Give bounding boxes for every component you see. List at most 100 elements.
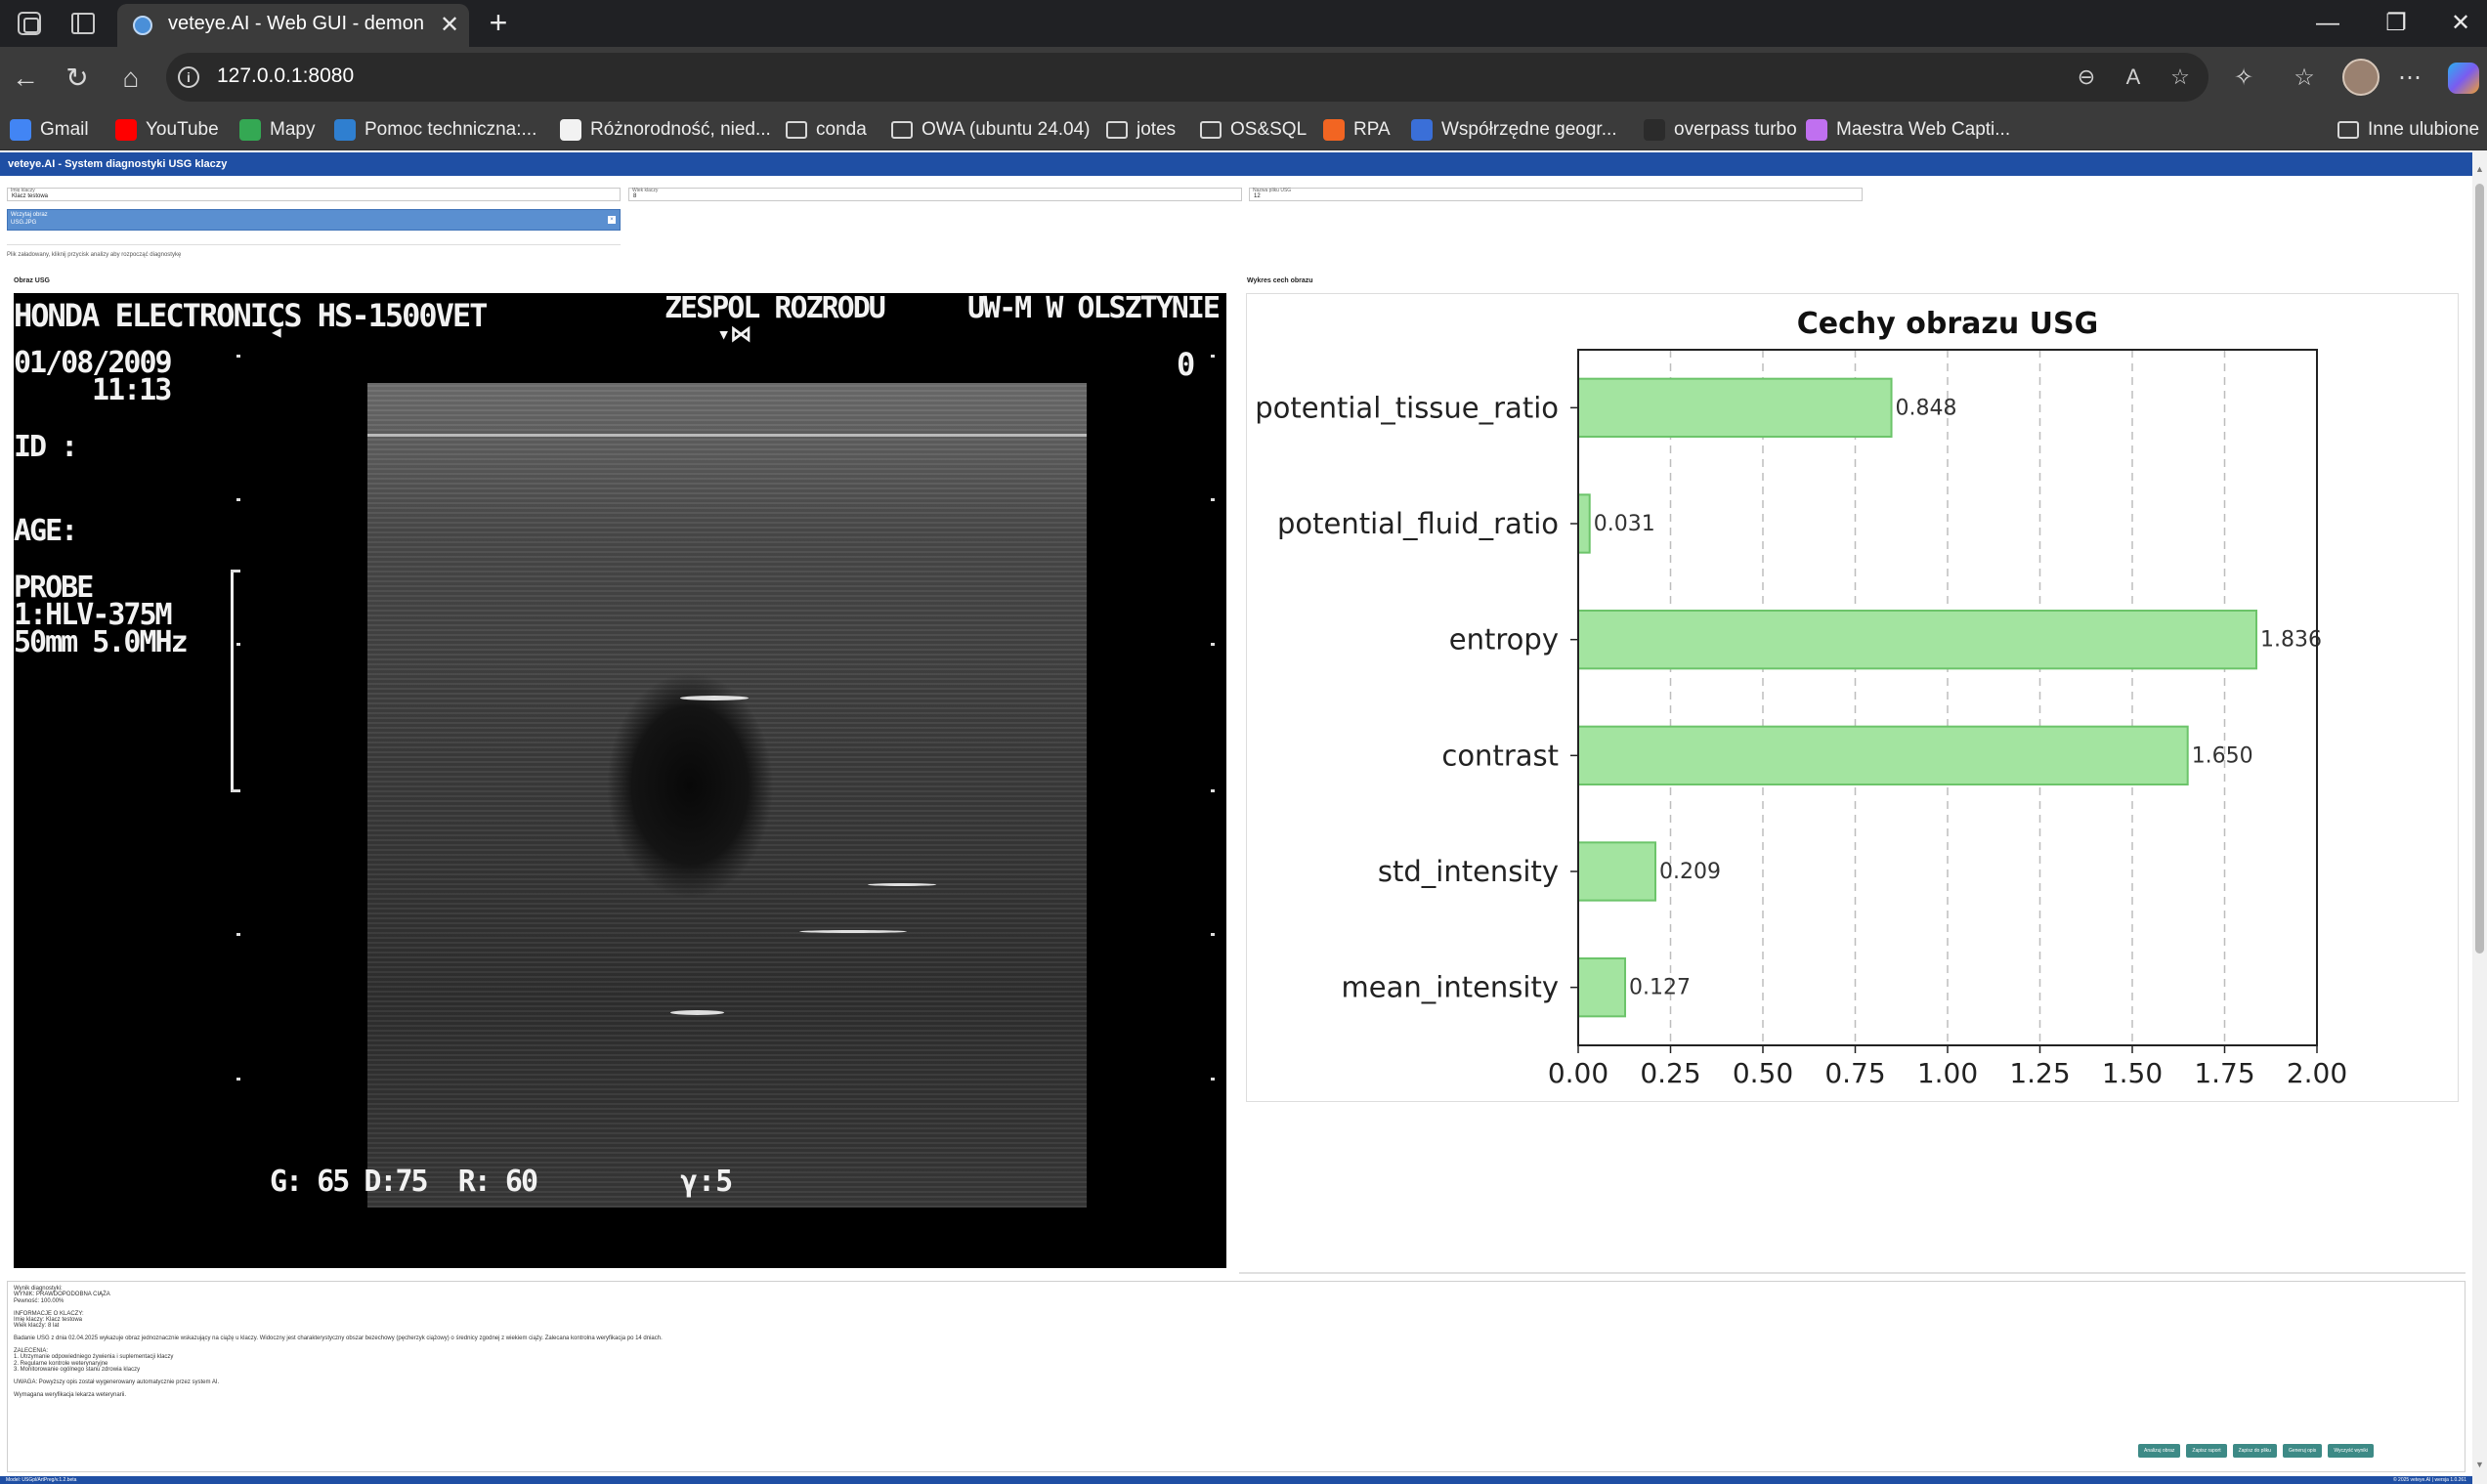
new-tab-icon[interactable]: +: [483, 6, 514, 39]
reload-icon[interactable]: ↻: [60, 61, 95, 96]
bar-value-label: 0.209: [1659, 860, 1721, 884]
bookmark-3[interactable]: Pomoc techniczna:...: [334, 115, 536, 145]
bookmark-10[interactable]: Współrzędne geogr...: [1411, 115, 1617, 145]
other-favorites[interactable]: Inne ulubione: [2337, 115, 2479, 145]
x-tick-label: 0.75: [1824, 1057, 1885, 1089]
bookmark-9[interactable]: RPA: [1323, 115, 1391, 145]
folder-icon: [2337, 121, 2359, 139]
report-line: UWAGA: Powyższy opis został wygenerowany…: [14, 1379, 220, 1385]
footer-copyright: © 2025 veteye.AI | wersja 1.0.261: [2392, 1477, 2466, 1483]
url-bar[interactable]: i 127.0.0.1:8080 ⊖ A ☆: [166, 53, 2208, 102]
file-name-field[interactable]: Nazwa pliku USG 12: [1249, 188, 1863, 201]
report-line: Pewność: 100.00%: [14, 1297, 64, 1304]
bookmark-label: YouTube: [146, 119, 219, 140]
bar-potential_tissue_ratio: [1577, 377, 1893, 438]
bookmark-label: conda: [816, 119, 867, 140]
bookmark-label: Gmail: [40, 119, 89, 140]
maps-icon: [239, 119, 261, 141]
bar-entropy: [1577, 610, 2258, 670]
field-value: 8: [633, 193, 637, 199]
bookmark-label: Pomoc techniczna:...: [364, 119, 537, 140]
divider: [1239, 1272, 2466, 1274]
action-button-3[interactable]: Generuj opis: [2282, 1444, 2323, 1458]
y-tick-label: contrast: [1441, 739, 1559, 772]
close-window-icon[interactable]: ✕: [2431, 6, 2487, 41]
home-icon[interactable]: ⌂: [113, 61, 149, 96]
uipath-icon: [1323, 119, 1345, 141]
action-button-2[interactable]: Zapisz do pliku: [2232, 1444, 2277, 1458]
restore-icon[interactable]: ❐: [2367, 6, 2425, 41]
extensions-icon[interactable]: ✧: [2226, 61, 2261, 96]
x-tick-label: 1.25: [2009, 1057, 2070, 1089]
bookmark-2[interactable]: Mapy: [239, 115, 315, 145]
address-bar-row: ← ↻ ⌂ i 127.0.0.1:8080 ⊖ A ☆ ✧ ☆ ⋯: [0, 47, 2487, 109]
bookmark-7[interactable]: jotes: [1106, 115, 1176, 145]
mare-age-field[interactable]: Wiek klaczy 8: [628, 188, 1242, 201]
bookmark-label: OS&SQL: [1230, 119, 1308, 140]
zoom-icon[interactable]: ⊖: [2072, 63, 2101, 92]
echo-highlight: [868, 883, 936, 886]
focus-marker-icon: ▾⋈: [717, 322, 752, 347]
page-scrollbar[interactable]: ▲ ▼: [2472, 150, 2487, 1484]
scroll-down-icon[interactable]: ▼: [2475, 1460, 2484, 1469]
mare-name-field[interactable]: Imię klaczy Klacz testowa: [7, 188, 621, 201]
remove-file-icon[interactable]: ×: [608, 216, 616, 224]
more-menu-icon[interactable]: ⋯: [2392, 61, 2427, 96]
scale-tick: [236, 643, 240, 646]
diagnosis-report[interactable]: Wynik diagnostyki: WYNIK: PRAWDOPODOBNA C…: [7, 1281, 2466, 1472]
bookmarks-bar: Gmail YouTube Mapy Pomoc techniczna:... Różn…: [0, 109, 2487, 150]
scale-tick: [1211, 933, 1215, 936]
bookmark-6[interactable]: OWA (ubuntu 24.04): [891, 115, 1091, 145]
close-tab-icon[interactable]: ✕: [436, 12, 463, 39]
action-buttons: Analizuj obraz Zapisz raport Zapisz do pli…: [2138, 1444, 2374, 1458]
report-line: 1. Utrzymanie odpowiedniego żywienia i s…: [14, 1354, 174, 1361]
bookmark-11[interactable]: overpass turbo: [1644, 115, 1797, 145]
feature-bar-chart: Cechy obrazu USG 0.00 0.25 0.50 0.75 1.00 1.25…: [1255, 307, 2347, 1089]
scale-tick: [236, 933, 240, 936]
bookmark-label: jotes: [1136, 119, 1177, 140]
bookmark-label: RPA: [1353, 119, 1391, 140]
bookmark-12[interactable]: Maestra Web Capti...: [1806, 115, 2010, 145]
site-info-icon[interactable]: i: [178, 66, 199, 88]
scale-tick: [1211, 643, 1215, 646]
feature-chart-panel: Cechy obrazu USG 0.00 0.25 0.50 0.75 1.00 1.25…: [1246, 293, 2459, 1102]
workspaces-icon[interactable]: [18, 12, 41, 35]
favorite-star-icon[interactable]: ☆: [2165, 63, 2195, 92]
browser-tab-active[interactable]: veteye.AI - Web GUI - demonstrat ✕: [117, 4, 469, 47]
action-button-4[interactable]: Wyczyść wyniki: [2328, 1444, 2374, 1458]
y-tick-label: std_intensity: [1378, 855, 1559, 888]
copilot-icon[interactable]: [2448, 63, 2479, 94]
bookmark-1[interactable]: YouTube: [115, 115, 219, 145]
scrollbar-thumb[interactable]: [2475, 184, 2484, 954]
usg-age-label: AGE:: [14, 514, 78, 548]
echo-line: [367, 434, 1087, 437]
folder-icon: [891, 121, 913, 139]
action-button-0[interactable]: Analizuj obraz: [2138, 1444, 2181, 1458]
usg-institution: UW-M W OLSZTYNIE: [967, 293, 1221, 325]
back-icon[interactable]: ←: [8, 61, 43, 96]
bookmark-label: Maestra Web Capti...: [1836, 119, 2011, 140]
bookmark-4[interactable]: Różnorodność, nied...: [560, 115, 771, 145]
vertical-tabs-icon[interactable]: [71, 13, 95, 34]
action-button-1[interactable]: Zapisz raport: [2186, 1444, 2227, 1458]
profile-avatar[interactable]: [2342, 59, 2380, 96]
upload-label: Wczytaj obraz: [11, 212, 48, 218]
chart-title: Cechy obrazu USG: [1797, 307, 2098, 341]
bookmark-5[interactable]: conda: [786, 115, 867, 145]
overpass-icon: [1644, 119, 1665, 141]
usg-gamma: γ:5: [680, 1165, 734, 1199]
file-upload-row[interactable]: Wczytaj obraz USG.JPG ×: [7, 209, 621, 231]
gps-icon: [1411, 119, 1433, 141]
scroll-up-icon[interactable]: ▲: [2475, 164, 2484, 174]
folder-icon: [1200, 121, 1222, 139]
favorites-icon[interactable]: ☆: [2287, 61, 2322, 96]
bookmark-label: OWA (ubuntu 24.04): [922, 119, 1091, 140]
x-tick-label: 0.25: [1640, 1057, 1700, 1089]
footer-model: Model: USGpl/ArtPreg/v.1.2.beta: [6, 1477, 77, 1483]
y-tick-label: mean_intensity: [1342, 971, 1559, 1004]
usg-id-label: ID :: [14, 430, 78, 464]
read-aloud-icon[interactable]: A: [2119, 63, 2148, 92]
minimize-icon[interactable]: —: [2298, 6, 2357, 41]
bookmark-8[interactable]: OS&SQL: [1200, 115, 1307, 145]
bookmark-0[interactable]: Gmail: [10, 115, 89, 145]
